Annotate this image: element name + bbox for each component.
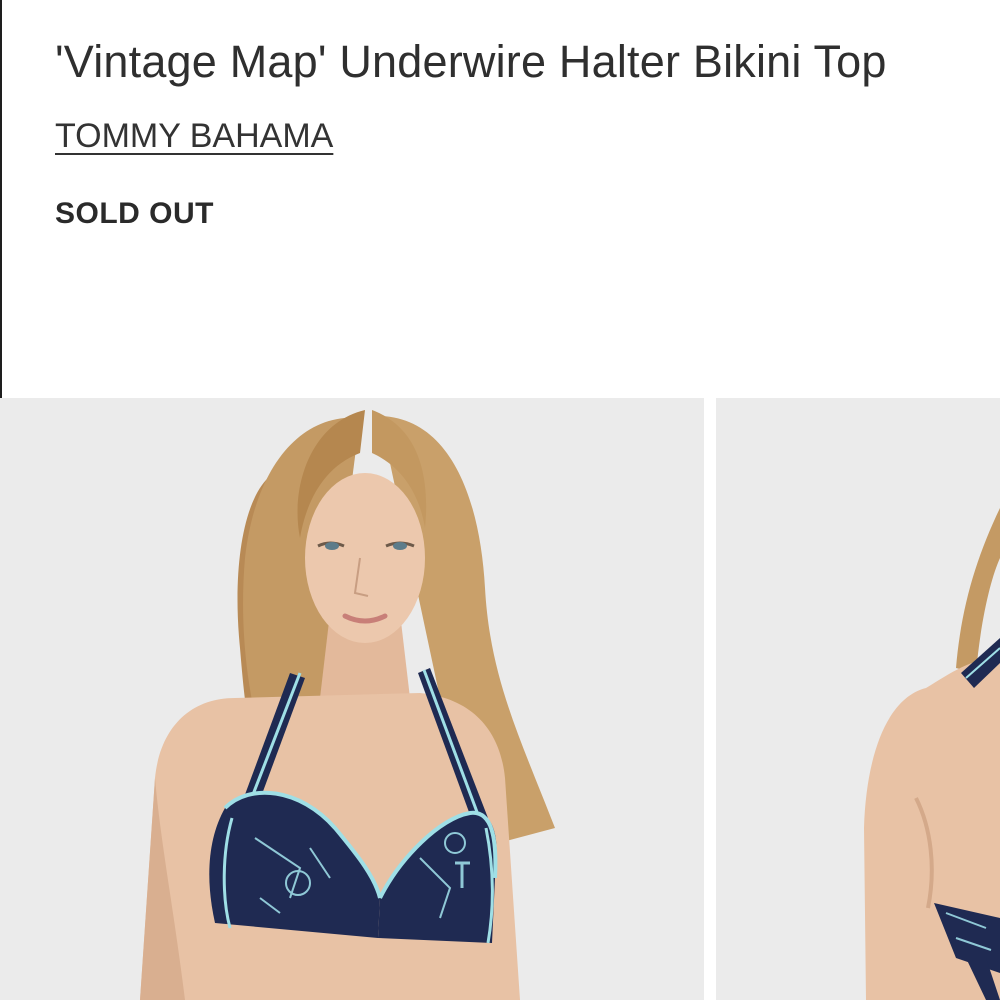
model-front-illustration bbox=[0, 398, 704, 1000]
product-image-front[interactable] bbox=[0, 398, 704, 1000]
brand-link[interactable]: TOMMY BAHAMA bbox=[55, 115, 333, 157]
left-border bbox=[0, 0, 2, 400]
product-image-gallery bbox=[0, 398, 1000, 1000]
model-back-illustration bbox=[716, 398, 1000, 1000]
product-title: 'Vintage Map' Underwire Halter Bikini To… bbox=[55, 36, 887, 87]
product-image-back[interactable] bbox=[716, 398, 1000, 1000]
product-header: 'Vintage Map' Underwire Halter Bikini To… bbox=[55, 30, 915, 231]
sold-out-status: SOLD OUT bbox=[55, 197, 214, 230]
